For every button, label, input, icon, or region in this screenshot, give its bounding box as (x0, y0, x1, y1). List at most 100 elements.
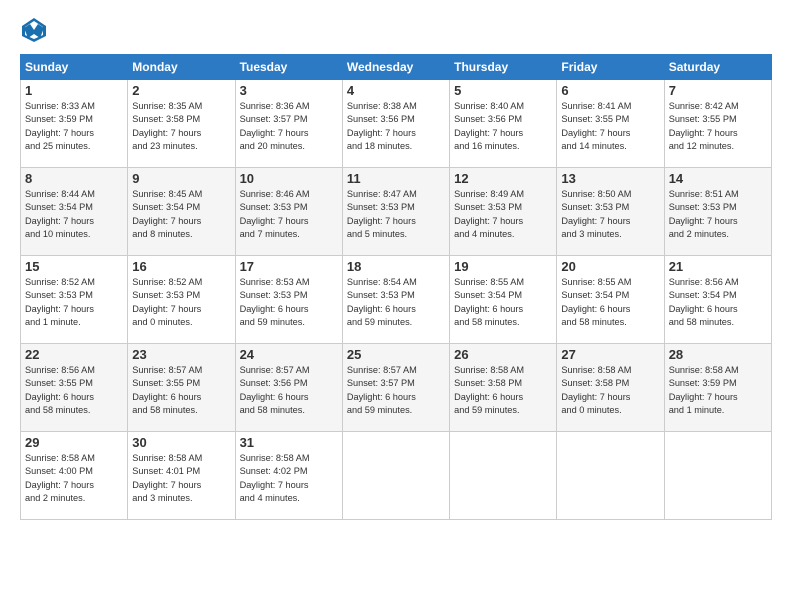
table-row (557, 432, 664, 520)
day-number: 9 (132, 171, 230, 186)
day-number: 21 (669, 259, 767, 274)
day-info: Sunrise: 8:50 AMSunset: 3:53 PMDaylight:… (561, 189, 631, 239)
day-info: Sunrise: 8:44 AMSunset: 3:54 PMDaylight:… (25, 189, 95, 239)
day-number: 6 (561, 83, 659, 98)
day-info: Sunrise: 8:38 AMSunset: 3:56 PMDaylight:… (347, 101, 417, 151)
calendar-week-3: 15 Sunrise: 8:52 AMSunset: 3:53 PMDayligh… (21, 256, 772, 344)
table-row: 15 Sunrise: 8:52 AMSunset: 3:53 PMDayligh… (21, 256, 128, 344)
table-row: 30Sunrise: 8:58 AMSunset: 4:01 PMDayligh… (128, 432, 235, 520)
day-info: Sunrise: 8:57 AMSunset: 3:56 PMDaylight:… (240, 365, 310, 415)
day-number: 19 (454, 259, 552, 274)
logo (20, 16, 52, 44)
table-row: 9 Sunrise: 8:45 AMSunset: 3:54 PMDaylight… (128, 168, 235, 256)
col-thursday: Thursday (450, 55, 557, 80)
day-info: Sunrise: 8:56 AMSunset: 3:55 PMDaylight:… (25, 365, 95, 415)
day-info: Sunrise: 8:41 AMSunset: 3:55 PMDaylight:… (561, 101, 631, 151)
table-row: 20 Sunrise: 8:55 AMSunset: 3:54 PMDayligh… (557, 256, 664, 344)
day-number: 18 (347, 259, 445, 274)
day-number: 5 (454, 83, 552, 98)
table-row: 18 Sunrise: 8:54 AMSunset: 3:53 PMDayligh… (342, 256, 449, 344)
table-row: 10 Sunrise: 8:46 AMSunset: 3:53 PMDayligh… (235, 168, 342, 256)
day-info: Sunrise: 8:52 AMSunset: 3:53 PMDaylight:… (25, 277, 95, 327)
day-info: Sunrise: 8:47 AMSunset: 3:53 PMDaylight:… (347, 189, 417, 239)
day-number: 24 (240, 347, 338, 362)
day-info: Sunrise: 8:40 AMSunset: 3:56 PMDaylight:… (454, 101, 524, 151)
day-info: Sunrise: 8:58 AMSunset: 3:58 PMDaylight:… (561, 365, 631, 415)
header (20, 16, 772, 44)
day-info: Sunrise: 8:45 AMSunset: 3:54 PMDaylight:… (132, 189, 202, 239)
day-info: Sunrise: 8:36 AMSunset: 3:57 PMDaylight:… (240, 101, 310, 151)
day-info: Sunrise: 8:35 AMSunset: 3:58 PMDaylight:… (132, 101, 202, 151)
calendar-week-4: 22 Sunrise: 8:56 AMSunset: 3:55 PMDayligh… (21, 344, 772, 432)
day-number: 12 (454, 171, 552, 186)
table-row: 27Sunrise: 8:58 AMSunset: 3:58 PMDayligh… (557, 344, 664, 432)
day-info: Sunrise: 8:46 AMSunset: 3:53 PMDaylight:… (240, 189, 310, 239)
day-number: 29 (25, 435, 123, 450)
table-row: 26Sunrise: 8:58 AMSunset: 3:58 PMDayligh… (450, 344, 557, 432)
day-number: 20 (561, 259, 659, 274)
table-row: 7 Sunrise: 8:42 AMSunset: 3:55 PMDaylight… (664, 80, 771, 168)
day-number: 10 (240, 171, 338, 186)
calendar-week-2: 8 Sunrise: 8:44 AMSunset: 3:54 PMDaylight… (21, 168, 772, 256)
day-number: 2 (132, 83, 230, 98)
day-info: Sunrise: 8:56 AMSunset: 3:54 PMDaylight:… (669, 277, 739, 327)
day-number: 4 (347, 83, 445, 98)
col-saturday: Saturday (664, 55, 771, 80)
table-row: 3 Sunrise: 8:36 AMSunset: 3:57 PMDaylight… (235, 80, 342, 168)
table-row: 13 Sunrise: 8:50 AMSunset: 3:53 PMDayligh… (557, 168, 664, 256)
table-row: 14 Sunrise: 8:51 AMSunset: 3:53 PMDayligh… (664, 168, 771, 256)
logo-icon (20, 16, 48, 44)
table-row: 28Sunrise: 8:58 AMSunset: 3:59 PMDayligh… (664, 344, 771, 432)
day-number: 25 (347, 347, 445, 362)
col-sunday: Sunday (21, 55, 128, 80)
day-info: Sunrise: 8:58 AMSunset: 4:01 PMDaylight:… (132, 453, 202, 503)
page: Sunday Monday Tuesday Wednesday Thursday… (0, 0, 792, 612)
day-number: 17 (240, 259, 338, 274)
day-info: Sunrise: 8:52 AMSunset: 3:53 PMDaylight:… (132, 277, 202, 327)
day-number: 22 (25, 347, 123, 362)
table-row: 5 Sunrise: 8:40 AMSunset: 3:56 PMDaylight… (450, 80, 557, 168)
day-number: 15 (25, 259, 123, 274)
day-info: Sunrise: 8:54 AMSunset: 3:53 PMDaylight:… (347, 277, 417, 327)
day-number: 13 (561, 171, 659, 186)
calendar-table: Sunday Monday Tuesday Wednesday Thursday… (20, 54, 772, 520)
col-tuesday: Tuesday (235, 55, 342, 80)
day-info: Sunrise: 8:55 AMSunset: 3:54 PMDaylight:… (561, 277, 631, 327)
table-row: 31Sunrise: 8:58 AMSunset: 4:02 PMDayligh… (235, 432, 342, 520)
table-row (664, 432, 771, 520)
day-info: Sunrise: 8:58 AMSunset: 4:00 PMDaylight:… (25, 453, 95, 503)
day-info: Sunrise: 8:49 AMSunset: 3:53 PMDaylight:… (454, 189, 524, 239)
day-number: 3 (240, 83, 338, 98)
table-row: 4 Sunrise: 8:38 AMSunset: 3:56 PMDaylight… (342, 80, 449, 168)
col-wednesday: Wednesday (342, 55, 449, 80)
day-number: 26 (454, 347, 552, 362)
calendar-week-5: 29 Sunrise: 8:58 AMSunset: 4:00 PMDayligh… (21, 432, 772, 520)
table-row: 25 Sunrise: 8:57 AMSunset: 3:57 PMDayligh… (342, 344, 449, 432)
col-monday: Monday (128, 55, 235, 80)
day-number: 14 (669, 171, 767, 186)
table-row (450, 432, 557, 520)
day-number: 31 (240, 435, 338, 450)
day-number: 8 (25, 171, 123, 186)
day-number: 1 (25, 83, 123, 98)
table-row: 21 Sunrise: 8:56 AMSunset: 3:54 PMDayligh… (664, 256, 771, 344)
col-friday: Friday (557, 55, 664, 80)
calendar-week-1: 1 Sunrise: 8:33 AMSunset: 3:59 PMDaylight… (21, 80, 772, 168)
table-row: 1 Sunrise: 8:33 AMSunset: 3:59 PMDaylight… (21, 80, 128, 168)
table-row: 19Sunrise: 8:55 AMSunset: 3:54 PMDayligh… (450, 256, 557, 344)
day-number: 16 (132, 259, 230, 274)
table-row (342, 432, 449, 520)
day-info: Sunrise: 8:42 AMSunset: 3:55 PMDaylight:… (669, 101, 739, 151)
table-row: 23Sunrise: 8:57 AMSunset: 3:55 PMDayligh… (128, 344, 235, 432)
table-row: 22 Sunrise: 8:56 AMSunset: 3:55 PMDayligh… (21, 344, 128, 432)
day-info: Sunrise: 8:51 AMSunset: 3:53 PMDaylight:… (669, 189, 739, 239)
day-number: 28 (669, 347, 767, 362)
day-number: 11 (347, 171, 445, 186)
day-info: Sunrise: 8:33 AMSunset: 3:59 PMDaylight:… (25, 101, 95, 151)
calendar-header-row: Sunday Monday Tuesday Wednesday Thursday… (21, 55, 772, 80)
day-number: 23 (132, 347, 230, 362)
day-number: 7 (669, 83, 767, 98)
day-info: Sunrise: 8:53 AMSunset: 3:53 PMDaylight:… (240, 277, 310, 327)
table-row: 24 Sunrise: 8:57 AMSunset: 3:56 PMDayligh… (235, 344, 342, 432)
day-info: Sunrise: 8:57 AMSunset: 3:57 PMDaylight:… (347, 365, 417, 415)
